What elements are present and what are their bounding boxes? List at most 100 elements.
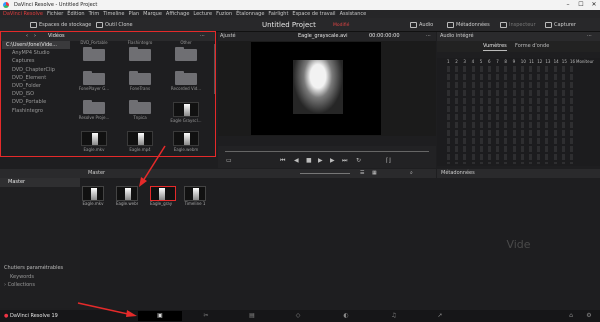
menu-item[interactable]: Marque <box>143 11 162 17</box>
folder-icon <box>175 47 197 61</box>
inspector-button[interactable]: Inspecteur <box>500 18 536 32</box>
audio-options-icon[interactable]: ⋯ <box>587 32 592 41</box>
menu-item[interactable]: Lecture <box>193 11 212 17</box>
menu-item[interactable]: Fuzion <box>216 11 232 17</box>
meter-bar <box>504 66 508 164</box>
audio-title: Audio intégré <box>440 33 474 39</box>
settings-icon[interactable]: ⚙ <box>581 312 597 320</box>
monitor-icon[interactable]: ▭ <box>226 157 232 164</box>
clip-tile[interactable]: Eagle.mp4 <box>124 131 156 152</box>
tree-item[interactable]: DVD_ISO <box>2 90 70 98</box>
tree-item[interactable]: DVD_Portable <box>2 98 70 106</box>
tree-item[interactable]: DVD_Folder <box>2 82 70 90</box>
capture-button[interactable]: Capturer <box>545 18 576 32</box>
clip-label: Eagle.webm <box>116 201 138 206</box>
menu-item[interactable]: Édition <box>67 11 84 17</box>
tab-meters[interactable]: Vumètres <box>483 41 507 51</box>
folder-tile[interactable]: Flashintegro <box>124 39 156 61</box>
menu-item[interactable]: Assistance <box>340 11 367 17</box>
viewer-options-icon[interactable]: ⋯ <box>426 32 431 41</box>
play-icon[interactable]: ▶ <box>318 157 323 164</box>
folder-icon <box>129 71 151 85</box>
menu-item[interactable]: Trim <box>89 11 100 17</box>
fusion-page-icon[interactable]: ◇ <box>290 312 306 320</box>
clip-thumbnail <box>116 186 138 201</box>
tree-item[interactable]: Flashintegro <box>2 107 70 115</box>
zoom-slider[interactable] <box>300 173 350 174</box>
smart-bin-keywords[interactable]: Keywords <box>10 274 34 280</box>
folder-tile[interactable]: Resolve Proje... <box>78 100 110 120</box>
clips-grid: Eagle.mkv Eagle.webm Eagle_grays... Timelin… <box>80 178 436 308</box>
maximize-icon[interactable]: ☐ <box>575 0 587 10</box>
deliver-page-icon[interactable]: ➚ <box>432 312 448 320</box>
jump-start-icon[interactable]: ⏮ <box>280 157 285 165</box>
media-clip[interactable]: Eagle.mkv <box>82 186 104 206</box>
folder-tile[interactable]: Recorded Vid... <box>170 71 202 91</box>
media-clip[interactable]: Timeline 1 <box>184 186 206 206</box>
stop-icon[interactable]: ■ <box>306 157 312 164</box>
clip-tile[interactable]: Eagle.webm <box>170 131 202 152</box>
color-page-icon[interactable]: ◐ <box>338 312 354 320</box>
bin-master[interactable]: Master <box>0 178 80 187</box>
tree-item[interactable]: Captures <box>2 57 70 65</box>
cut-page-icon[interactable]: ✂ <box>198 312 214 320</box>
clip-range-icon[interactable]: ⌈⌋ <box>386 157 391 164</box>
search-icon[interactable]: ⌕ <box>410 169 413 178</box>
clip-thumbnail <box>173 131 199 146</box>
folder-icon <box>83 100 105 114</box>
folder-tile[interactable]: Tnpica <box>124 100 156 120</box>
jump-end-icon[interactable]: ⏭ <box>342 157 347 165</box>
meter-channel-label: 12 <box>537 59 543 64</box>
scrubber[interactable] <box>225 151 429 152</box>
tile-label: Eagle.mkv <box>83 147 105 152</box>
folder-tile[interactable]: Other <box>170 39 202 61</box>
meter-channel-label: 3 <box>463 59 466 64</box>
menu-item[interactable]: Affichage <box>166 11 190 17</box>
clip-tile[interactable]: Eagle Grayscl... <box>170 102 202 123</box>
viewer-fit[interactable]: Ajusté <box>220 32 236 41</box>
menu-item[interactable]: Espace de travail <box>292 11 335 17</box>
audio-button[interactable]: Audio <box>410 18 433 32</box>
tree-item[interactable]: C:\Users\fone\Vide... <box>2 41 70 50</box>
folder-tile[interactable]: FoneTrans <box>124 71 156 91</box>
smart-bin-collections[interactable]: › Collections <box>4 282 35 288</box>
tree-item[interactable]: AnyMP4 Studio <box>2 49 70 57</box>
clone-tool-button[interactable]: Outil Clone <box>96 18 133 32</box>
edit-page-icon[interactable]: ▤ <box>244 312 260 320</box>
step-back-icon[interactable]: ◀ <box>294 157 299 164</box>
list-view-icon[interactable]: ☰ <box>360 169 364 178</box>
menu-item[interactable]: Plan <box>129 11 140 17</box>
tree-item[interactable]: DVD_Element <box>2 74 70 82</box>
meter-channel-label: 4 <box>471 59 475 64</box>
home-icon[interactable]: ⌂ <box>563 312 579 320</box>
folder-tile[interactable]: FonePlayer G... <box>78 71 110 91</box>
menu-item[interactable]: Étalonnage <box>236 11 264 17</box>
media-clip[interactable]: Eagle_grays... <box>150 186 176 206</box>
menu-item[interactable]: Timeline <box>103 11 124 17</box>
menu-item[interactable]: Fairlight <box>268 11 288 17</box>
clip-tile[interactable]: Eagle.mkv <box>78 131 110 152</box>
tile-label: Other <box>180 40 192 45</box>
fairlight-page-icon[interactable]: ♫ <box>386 312 402 320</box>
viewer-timecode: 00:00:00:00 <box>369 33 400 39</box>
back-icon[interactable]: ‹ <box>26 32 28 41</box>
media-clip[interactable]: Eagle.webm <box>116 186 138 206</box>
forward-icon[interactable]: › <box>34 32 36 41</box>
tree-item[interactable]: DVD_ChapterClip <box>2 66 70 74</box>
media-page-icon[interactable]: ▣ <box>152 312 168 320</box>
meter-bar <box>455 66 459 164</box>
clip-thumbnail <box>150 186 176 201</box>
metadata-button[interactable]: Métadonnées <box>447 18 490 32</box>
folder-tile[interactable]: DVD_Portable <box>78 39 110 61</box>
tab-waveform[interactable]: Forme d'onde <box>515 41 549 52</box>
menu-item[interactable]: Fichier <box>47 11 63 17</box>
step-forward-icon[interactable]: ▶ <box>330 157 335 164</box>
media-scrollbar[interactable] <box>214 44 216 94</box>
minimize-icon[interactable]: – <box>562 0 574 10</box>
media-storage-button[interactable]: Espaces de stockage <box>30 18 91 32</box>
close-icon[interactable]: ✕ <box>588 0 600 10</box>
meter-bar <box>479 66 483 164</box>
menu-item[interactable]: DaVinci Resolve <box>3 11 43 17</box>
grid-view-icon[interactable]: ▦ <box>372 169 377 178</box>
loop-icon[interactable]: ↻ <box>356 157 361 164</box>
